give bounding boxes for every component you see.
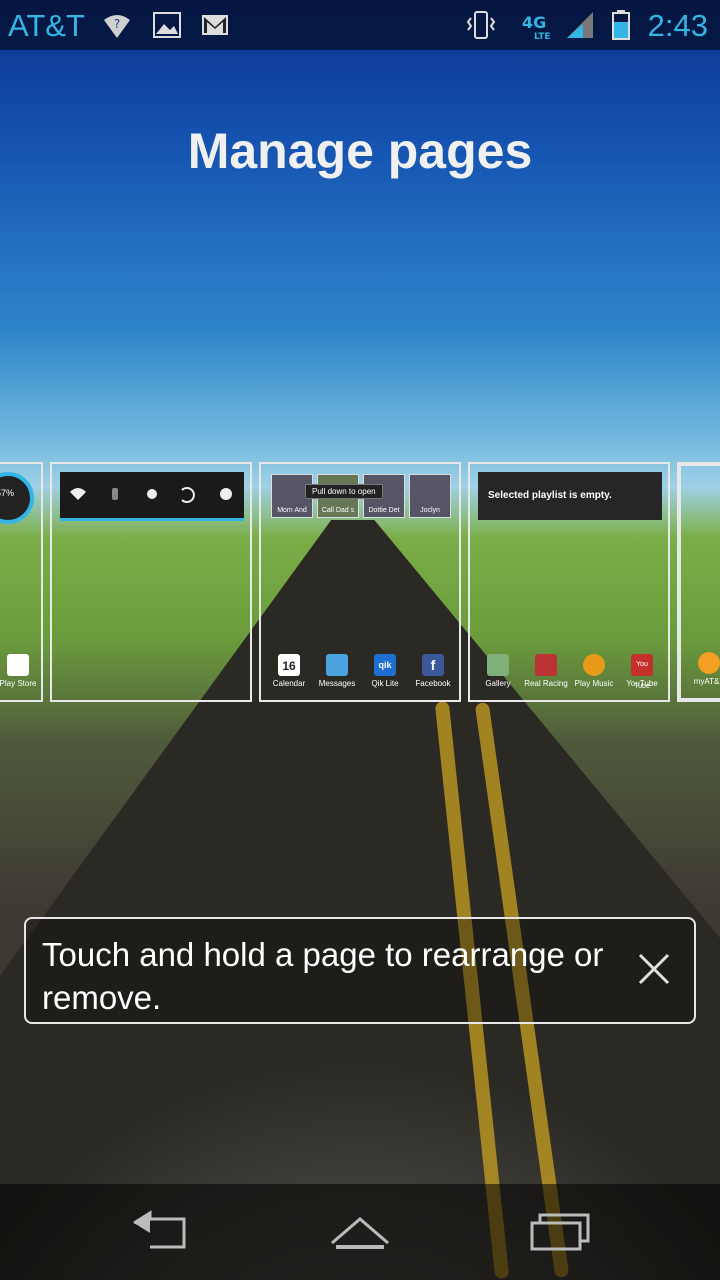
- home-page-thumbnail[interactable]: Mom And Call Dad s Dottie Det Joclyn Pul…: [259, 462, 461, 702]
- app-label: Gallery: [485, 679, 511, 688]
- app-facebook: f Facebook: [409, 654, 457, 688]
- contact-card: Joclyn: [409, 474, 451, 518]
- navigation-bar: [0, 1184, 720, 1280]
- network-badge: 4G: [522, 13, 546, 32]
- status-bar: AT&T ? 4G LTE 2:43: [0, 0, 720, 50]
- battery-widget: 57%: [0, 472, 34, 524]
- app-qik: qik Qik Lite: [361, 654, 409, 688]
- youtube-icon: You Tube: [631, 654, 653, 690]
- recent-apps-icon[interactable]: [528, 1209, 592, 1253]
- app-messages: Messages: [313, 654, 361, 688]
- gps-icon: [147, 489, 157, 499]
- app-label: Qik Lite: [371, 679, 399, 688]
- page-title: Manage pages: [187, 123, 533, 179]
- app-label: Play Store: [0, 679, 37, 688]
- home-icon[interactable]: [328, 1209, 392, 1253]
- app-gallery: Gallery: [474, 654, 522, 688]
- messages-icon: [326, 654, 348, 676]
- hint-text: Touch and hold a page to rearrange or re…: [42, 936, 604, 1016]
- home-page-thumbnail[interactable]: [50, 462, 252, 702]
- battery-icon: [612, 10, 630, 40]
- wifi-icon: [70, 488, 86, 500]
- music-widget: Selected playlist is empty.: [478, 472, 662, 520]
- lte-icon: 4G LTE: [522, 13, 551, 40]
- app-myatt: myAT&T: [685, 652, 720, 686]
- power-control-widget: [60, 472, 244, 521]
- bluetooth-icon: [112, 488, 118, 500]
- svg-text:?: ?: [114, 17, 120, 31]
- qik-icon: qik: [374, 654, 396, 676]
- app-label: Play Music: [574, 679, 614, 688]
- gmail-icon: [202, 15, 228, 35]
- app-label: YouTube: [626, 679, 658, 688]
- app-calendar: 16 Calendar: [265, 654, 313, 688]
- home-page-thumbnail[interactable]: Selected playlist is empty. Gallery Real…: [468, 462, 670, 702]
- vibrate-icon: [466, 11, 496, 39]
- calendar-icon: 16: [278, 654, 300, 676]
- app-label: Messages: [318, 679, 356, 688]
- brightness-icon: [220, 488, 232, 500]
- network-sub: LTE: [534, 32, 551, 40]
- app-label: Facebook: [415, 679, 451, 688]
- play-store-icon: [7, 654, 29, 676]
- wifi-question-icon: ?: [104, 15, 130, 38]
- toggle-icons: [70, 487, 232, 503]
- app-play-store: Play Store: [0, 654, 42, 688]
- hint-bubble: Touch and hold a page to rearrange or re…: [24, 917, 696, 1024]
- clock: 2:43: [647, 8, 708, 43]
- racing-icon: [535, 654, 557, 676]
- home-page-thumbnail[interactable]: 57% Play Store: [0, 462, 43, 702]
- att-icon: [698, 652, 720, 674]
- app-play-music: Play Music: [570, 654, 618, 688]
- app-label: Calendar: [272, 679, 306, 688]
- carrier-label: AT&T: [8, 8, 85, 43]
- gallery-icon: [153, 12, 181, 38]
- facebook-icon: f: [422, 654, 444, 676]
- gallery-app-icon: [487, 654, 509, 676]
- app-label: Real Racing: [524, 679, 568, 688]
- close-icon[interactable]: [634, 949, 674, 989]
- app-youtube: You Tube YouTube: [618, 654, 666, 690]
- app-label: myAT&T: [693, 677, 720, 686]
- back-icon[interactable]: [128, 1209, 192, 1253]
- pull-down-toast: Pull down to open: [305, 484, 383, 499]
- battery-widget-label: 57%: [0, 488, 15, 498]
- app-real-racing: Real Racing: [522, 654, 570, 688]
- headphones-icon: [583, 654, 605, 676]
- sync-icon: [181, 487, 195, 503]
- home-page-thumbnail[interactable]: myAT&T: [677, 462, 720, 702]
- signal-icon: [567, 12, 593, 38]
